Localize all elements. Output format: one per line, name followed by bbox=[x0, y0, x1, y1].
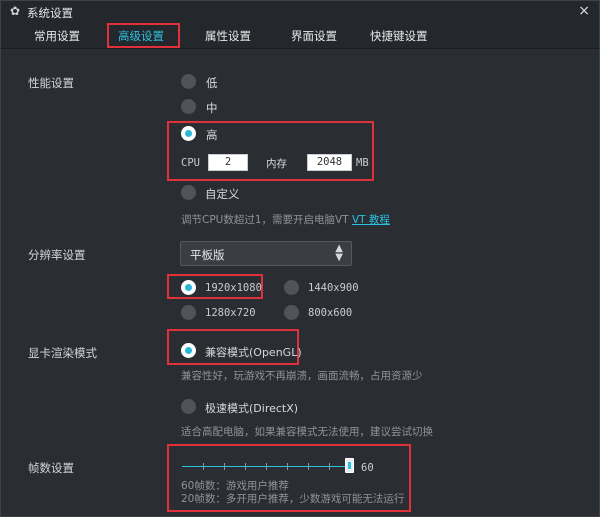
performance-label: 性能设置 bbox=[28, 76, 74, 90]
fps-slider-tick bbox=[287, 463, 288, 470]
updown-chevron-icon: ▲ ▼ bbox=[335, 243, 343, 263]
fps-slider-thumb[interactable] bbox=[345, 458, 354, 473]
vt-tutorial-link[interactable]: VT 教程 bbox=[352, 214, 390, 226]
radio-compat-mode-label: 兼容模式(OpenGL) bbox=[205, 346, 302, 359]
radio-1280x720-label: 1280x720 bbox=[205, 307, 256, 319]
radio-medium-label: 中 bbox=[206, 101, 218, 115]
vt-hint-text: 调节CPU数超过1，需要开启电脑VT bbox=[181, 214, 349, 226]
render-mode-label: 显卡渲染模式 bbox=[28, 346, 97, 360]
resolution-label: 分辨率设置 bbox=[28, 248, 86, 262]
memory-label: 内存 bbox=[266, 158, 287, 170]
tab-general[interactable]: 常用设置 bbox=[34, 28, 80, 44]
radio-1920x1080[interactable] bbox=[181, 280, 196, 295]
memory-unit: MB bbox=[356, 157, 369, 169]
fps-label: 帧数设置 bbox=[28, 461, 74, 475]
tab-advanced[interactable]: 高级设置 bbox=[118, 28, 164, 44]
tab-bar: 常用设置 高级设置 属性设置 界面设置 快捷键设置 bbox=[1, 23, 599, 49]
radio-low[interactable] bbox=[181, 74, 196, 89]
device-select[interactable]: 平板版 ▲ ▼ bbox=[180, 241, 352, 266]
tab-properties[interactable]: 属性设置 bbox=[205, 28, 251, 44]
fps-value: 60 bbox=[361, 462, 374, 474]
radio-medium[interactable] bbox=[181, 99, 196, 114]
radio-1280x720[interactable] bbox=[181, 305, 196, 320]
radio-low-label: 低 bbox=[206, 76, 218, 90]
radio-speed-mode-label: 极速模式(DirectX) bbox=[205, 402, 299, 415]
device-select-value: 平板版 bbox=[190, 248, 225, 262]
vt-hint: 调节CPU数超过1，需要开启电脑VT VT 教程 bbox=[181, 212, 390, 227]
cpu-label: CPU bbox=[181, 157, 200, 169]
cpu-input[interactable]: 2 bbox=[208, 154, 248, 171]
fps-hint-20: 20帧数：多开用户推荐，少数游戏可能无法运行 bbox=[181, 493, 405, 505]
fps-slider-tick bbox=[245, 463, 246, 470]
radio-compat-mode[interactable] bbox=[181, 343, 196, 358]
fps-slider-tick bbox=[224, 463, 225, 470]
close-icon[interactable]: × bbox=[578, 3, 590, 19]
fps-slider-tick bbox=[329, 463, 330, 470]
fps-slider-tick bbox=[203, 463, 204, 470]
radio-800x600[interactable] bbox=[284, 305, 299, 320]
radio-high[interactable] bbox=[181, 126, 196, 141]
radio-speed-mode[interactable] bbox=[181, 399, 196, 414]
gear-icon: ✿ bbox=[10, 4, 21, 18]
settings-window: ✿ 系统设置 × 常用设置 高级设置 属性设置 界面设置 快捷键设置 性能设置 … bbox=[0, 0, 600, 517]
compat-hint: 兼容性好，玩游戏不再崩溃，画面流畅，占用资源少 bbox=[181, 370, 423, 382]
memory-input[interactable]: 2048 bbox=[307, 154, 352, 171]
radio-custom[interactable] bbox=[181, 185, 196, 200]
window-title: 系统设置 bbox=[27, 6, 73, 20]
fps-slider-tick bbox=[308, 463, 309, 470]
fps-slider-track[interactable] bbox=[182, 466, 348, 467]
speed-hint: 适合高配电脑，如果兼容模式无法使用，建议尝试切换 bbox=[181, 426, 433, 438]
radio-high-label: 高 bbox=[206, 128, 218, 142]
tab-shortcuts[interactable]: 快捷键设置 bbox=[370, 28, 428, 44]
title-bar: ✿ 系统设置 × bbox=[1, 1, 599, 23]
radio-1440x900[interactable] bbox=[284, 280, 299, 295]
tab-interface[interactable]: 界面设置 bbox=[291, 28, 337, 44]
radio-800x600-label: 800x600 bbox=[308, 307, 353, 319]
radio-1920x1080-label: 1920x1080 bbox=[205, 282, 262, 294]
fps-slider-tick bbox=[266, 463, 267, 470]
highlight-box-performance bbox=[167, 121, 374, 181]
radio-custom-label: 自定义 bbox=[205, 187, 240, 201]
radio-1440x900-label: 1440x900 bbox=[308, 282, 359, 294]
